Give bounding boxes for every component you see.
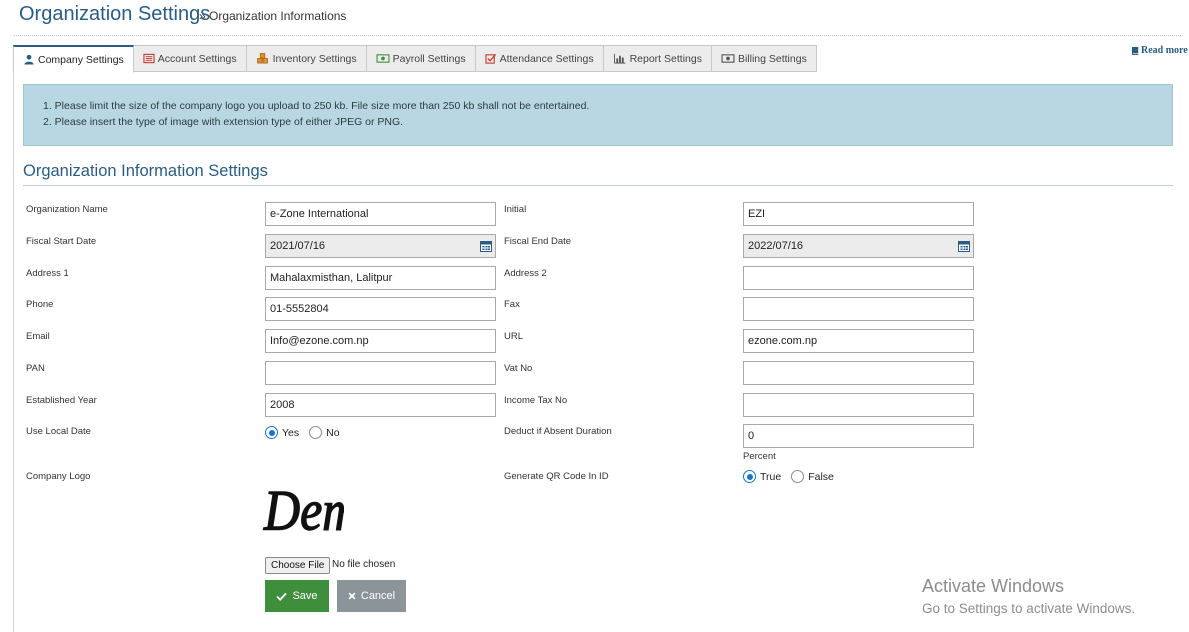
radio-true[interactable] xyxy=(743,470,756,483)
tab-label: Billing Settings xyxy=(737,52,807,65)
tab-payroll-settings[interactable]: Payroll Settings xyxy=(366,45,476,72)
established-year-input[interactable] xyxy=(265,393,496,417)
tab-label: Report Settings xyxy=(629,52,702,65)
page-title: Organization Settings xyxy=(19,3,211,25)
save-label: Save xyxy=(292,590,318,602)
cancel-button[interactable]: Cancel xyxy=(337,580,406,612)
tab-billing-settings[interactable]: Billing Settings xyxy=(711,45,817,72)
address2-input[interactable] xyxy=(743,266,974,290)
notice-line-1: 1. Please limit the size of the company … xyxy=(43,100,590,112)
use-local-date-yes[interactable]: Yes xyxy=(265,426,299,439)
generate-qr-false[interactable]: False xyxy=(791,470,834,483)
generate-qr-true[interactable]: True xyxy=(743,470,781,483)
organization-name-label: Organization Name xyxy=(26,204,108,215)
radio-no[interactable] xyxy=(309,426,323,439)
check-icon xyxy=(276,592,288,601)
vat-no-input[interactable] xyxy=(743,361,974,385)
radio-true-label: True xyxy=(760,470,782,483)
tab-label: Account Settings xyxy=(157,52,237,65)
url-input[interactable] xyxy=(743,329,974,353)
file-status: No file chosen xyxy=(332,559,396,570)
address1-input[interactable] xyxy=(265,266,496,290)
organization-name-input[interactable] xyxy=(265,202,496,226)
logo-handwritten-text: Demo xyxy=(263,478,344,542)
use-local-date-label: Use Local Date xyxy=(26,426,91,437)
fax-label: Fax xyxy=(504,299,520,310)
income-tax-no-label: Income Tax No xyxy=(504,395,568,406)
tab-label: Inventory Settings xyxy=(272,52,357,65)
percent-unit: Percent xyxy=(743,451,776,462)
activate-windows-title: Activate Windows xyxy=(922,576,1065,596)
account-list-icon xyxy=(143,53,155,64)
read-more-link[interactable]: Read more xyxy=(1131,45,1188,56)
fiscal-start-date-label: Fiscal Start Date xyxy=(26,236,97,247)
radio-yes-label: Yes xyxy=(282,426,300,439)
fiscal-end-date-input[interactable] xyxy=(743,234,974,258)
email-label: Email xyxy=(26,331,50,342)
tab-company-settings[interactable]: Company Settings xyxy=(13,45,134,73)
tab-panel xyxy=(13,72,1183,632)
deduct-absent-input[interactable] xyxy=(743,424,974,448)
read-more-label: Read more xyxy=(1141,45,1188,56)
calendar-icon[interactable] xyxy=(958,240,970,252)
generate-qr-label: Generate QR Code In ID xyxy=(504,471,609,482)
activate-windows-subtitle: Go to Settings to activate Windows. xyxy=(922,601,1136,616)
tab-report-settings[interactable]: Report Settings xyxy=(603,45,712,72)
initial-label: Initial xyxy=(504,204,527,215)
tab-label: Attendance Settings xyxy=(499,52,594,65)
tab-attendance-settings[interactable]: Attendance Settings xyxy=(475,45,604,72)
address1-label: Address 1 xyxy=(26,268,69,279)
tab-label: Payroll Settings xyxy=(392,52,466,65)
deduct-absent-label: Deduct if Absent Duration xyxy=(504,426,612,437)
upload-notice: 1. Please limit the size of the company … xyxy=(23,84,1173,146)
company-logo-label: Company Logo xyxy=(26,471,91,482)
url-label: URL xyxy=(504,331,524,342)
radio-false[interactable] xyxy=(791,470,805,483)
section-title: Organization Information Settings xyxy=(23,162,268,180)
close-icon xyxy=(348,592,356,600)
address2-label: Address 2 xyxy=(504,268,547,279)
calendar-icon[interactable] xyxy=(480,240,492,252)
tab-account-settings[interactable]: Account Settings xyxy=(133,45,247,72)
section-divider xyxy=(23,185,1173,186)
radio-false-label: False xyxy=(808,470,834,483)
fiscal-end-date-label: Fiscal End Date xyxy=(504,236,572,247)
cubes-icon xyxy=(256,53,268,64)
notice-line-2: 2. Please insert the type of image with … xyxy=(43,116,404,128)
vat-no-label: Vat No xyxy=(504,363,533,374)
pan-input[interactable] xyxy=(265,361,496,385)
radio-no-label: No xyxy=(326,426,340,439)
title-divider xyxy=(14,35,1181,36)
choose-file-button[interactable]: Choose File xyxy=(265,557,331,574)
cancel-label: Cancel xyxy=(360,590,396,602)
user-icon xyxy=(24,54,34,65)
breadcrumb: » Organization Informations xyxy=(199,9,347,23)
book-icon xyxy=(1131,46,1139,55)
initial-input[interactable] xyxy=(743,202,974,226)
billing-icon xyxy=(721,54,735,63)
established-year-label: Established Year xyxy=(26,395,97,406)
tab-inventory-settings[interactable]: Inventory Settings xyxy=(246,45,367,72)
use-local-date-no[interactable]: No xyxy=(309,426,340,439)
phone-label: Phone xyxy=(26,299,54,310)
company-logo-image: Demo xyxy=(262,478,344,543)
use-local-date-radio-group: Yes No xyxy=(265,426,346,439)
tab-label: Company Settings xyxy=(38,53,124,66)
phone-input[interactable] xyxy=(265,297,496,321)
save-button[interactable]: Save xyxy=(265,580,329,612)
money-icon xyxy=(376,54,390,63)
generate-qr-radio-group: True False xyxy=(743,470,840,483)
radio-yes[interactable] xyxy=(265,426,278,439)
pan-label: PAN xyxy=(26,363,45,374)
fax-input[interactable] xyxy=(743,297,974,321)
checkbox-icon xyxy=(485,53,496,64)
bar-chart-icon xyxy=(613,53,626,64)
income-tax-no-input[interactable] xyxy=(743,393,974,417)
settings-tabs: Company Settings Account Settings Invent… xyxy=(13,45,817,73)
fiscal-start-date-input[interactable] xyxy=(265,234,496,258)
email-input[interactable] xyxy=(265,329,496,353)
